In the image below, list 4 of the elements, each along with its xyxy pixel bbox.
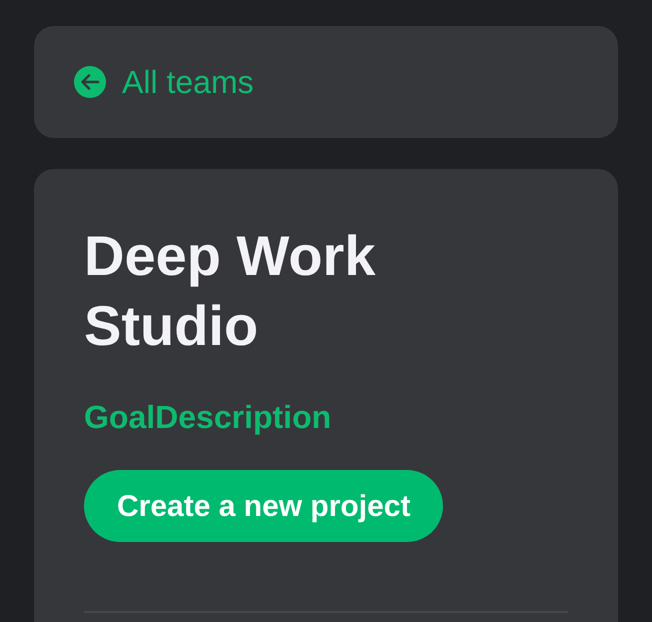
goal-description: GoalDescription [84,398,332,437]
team-name: Deep Work Studio [84,223,376,359]
create-project-button[interactable]: Create a new project [84,470,444,542]
all-teams-link[interactable]: All teams [74,62,254,102]
